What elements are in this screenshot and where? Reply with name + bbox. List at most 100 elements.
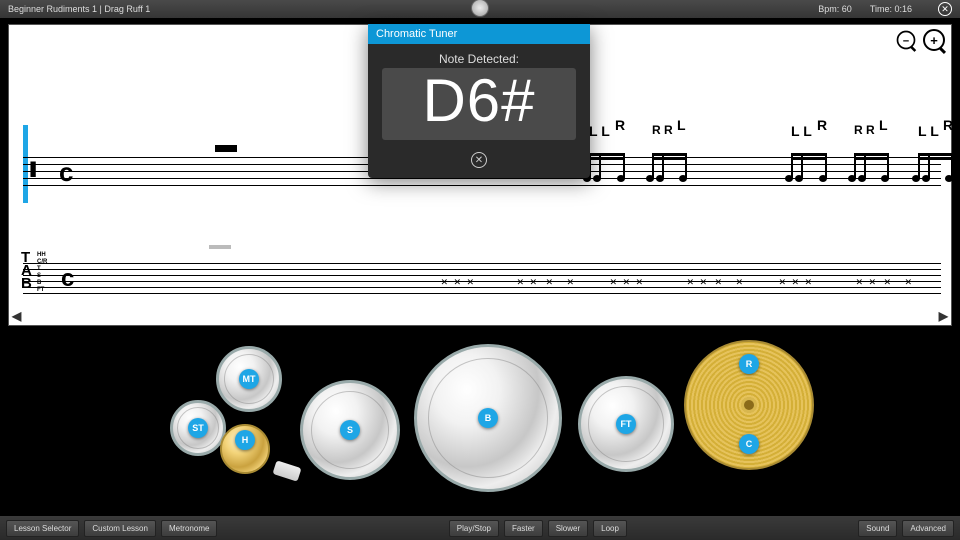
tab-hit: ✕ (454, 275, 461, 288)
drum-kit: ST MT H S B FT R C (0, 330, 960, 506)
sticking-label: L (879, 117, 888, 133)
notehead (795, 175, 803, 182)
notehead (646, 175, 654, 182)
notehead (848, 175, 856, 182)
drum-badge: S (340, 420, 360, 440)
tab-staff (23, 263, 941, 299)
beam (589, 153, 625, 156)
drum-small-tom[interactable]: ST (170, 400, 226, 456)
lesson-selector-button[interactable]: Lesson Selector (6, 520, 79, 537)
sticking-label: R (817, 117, 827, 133)
play-stop-button[interactable]: Play/Stop (449, 520, 499, 537)
notehead (922, 175, 930, 182)
drum-mid-tom[interactable]: MT (216, 346, 282, 412)
tab-hit: ✕ (905, 275, 912, 288)
tab-hit: ✕ (623, 275, 630, 288)
notehead (617, 175, 625, 182)
tuner-close-icon[interactable]: ✕ (471, 152, 487, 168)
beam (652, 157, 687, 160)
notehead (945, 175, 953, 182)
loop-button[interactable]: Loop (593, 520, 627, 537)
faster-button[interactable]: Faster (504, 520, 543, 537)
slower-button[interactable]: Slower (548, 520, 588, 537)
bottom-bar: Lesson Selector Custom Lesson Metronome … (0, 516, 960, 540)
tab-hit: ✕ (792, 275, 799, 288)
custom-lesson-button[interactable]: Custom Lesson (84, 520, 156, 537)
drum-ride-crash[interactable]: R C (684, 340, 814, 470)
drum-badge: H (235, 430, 255, 450)
tuner-title: Chromatic Tuner (368, 24, 590, 44)
tab-hit: ✕ (884, 275, 891, 288)
tab-hit: ✕ (700, 275, 707, 288)
top-bar: Beginner Rudiments 1 | Drag Ruff 1 ♫ Bpm… (0, 0, 960, 18)
tab-hit: ✕ (567, 275, 574, 288)
tab-hit: ✕ (530, 275, 537, 288)
tab-hit: ✕ (517, 275, 524, 288)
breadcrumb: Beginner Rudiments 1 | Drag Ruff 1 (8, 4, 818, 14)
sticking-label: R (943, 117, 953, 133)
sticking-label: R (615, 117, 625, 133)
zoom-out-icon[interactable]: − (897, 31, 916, 50)
app-logo-icon[interactable]: ♫ (471, 0, 489, 17)
notehead (593, 175, 601, 182)
drum-badge: C (739, 434, 759, 454)
zoom-in-icon[interactable]: + (923, 29, 945, 51)
drum-badge: MT (239, 369, 259, 389)
drum-badge: R (739, 354, 759, 374)
metronome-button[interactable]: Metronome (161, 520, 217, 537)
notehead (679, 175, 687, 182)
drumstick-icon (272, 460, 301, 481)
notehead (785, 175, 793, 182)
tab-hit: ✕ (467, 275, 474, 288)
bpm-display: Bpm: 60 (818, 4, 852, 14)
tab-hit: ✕ (546, 275, 553, 288)
tab-hit: ✕ (441, 275, 448, 288)
sticking-label: L L (918, 123, 939, 139)
tab-hit: ✕ (779, 275, 786, 288)
tab-rest-icon (209, 245, 231, 249)
sticking-label: L L (589, 123, 610, 139)
chromatic-tuner-panel[interactable]: Chromatic Tuner Note Detected: D6# ✕ (368, 24, 590, 178)
tab-hit: ✕ (636, 275, 643, 288)
notehead (858, 175, 866, 182)
tab-hit: ✕ (610, 275, 617, 288)
percussion-clef: II (29, 157, 33, 183)
beam (854, 153, 889, 156)
close-icon[interactable]: ✕ (938, 2, 952, 16)
scroll-left-icon[interactable]: ◀ (12, 309, 21, 323)
sticking-label: R R (652, 123, 673, 137)
beam (918, 157, 953, 160)
drum-badge: ST (188, 418, 208, 438)
beam (918, 153, 953, 156)
notehead (656, 175, 664, 182)
beam (854, 157, 889, 160)
drum-floor-tom[interactable]: FT (578, 376, 674, 472)
tuner-note-display: D6# (382, 68, 576, 140)
sticking-label: R R (854, 123, 875, 137)
tab-hit: ✕ (869, 275, 876, 288)
drum-bass[interactable]: B (414, 344, 562, 492)
tab-hit: ✕ (736, 275, 743, 288)
advanced-button[interactable]: Advanced (902, 520, 954, 537)
beam (791, 157, 827, 160)
tab-hit: ✕ (687, 275, 694, 288)
time-display: Time: 0:16 (870, 4, 912, 14)
tab-hit: ✕ (856, 275, 863, 288)
notehead (819, 175, 827, 182)
tab-hit: ✕ (715, 275, 722, 288)
beam (791, 153, 827, 156)
scroll-right-icon[interactable]: ▶ (939, 309, 948, 323)
drum-snare[interactable]: S (300, 380, 400, 480)
sticking-label: L L (791, 123, 812, 139)
rest-icon (215, 145, 237, 152)
tuner-detected-label: Note Detected: (382, 52, 576, 66)
sound-button[interactable]: Sound (858, 520, 897, 537)
beam (652, 153, 687, 156)
cymbal-center-icon (744, 400, 754, 410)
notehead (912, 175, 920, 182)
beam (589, 157, 625, 160)
time-signature: c (59, 157, 73, 188)
notehead (881, 175, 889, 182)
drum-hihat[interactable]: H (220, 424, 270, 474)
drum-badge: FT (616, 414, 636, 434)
